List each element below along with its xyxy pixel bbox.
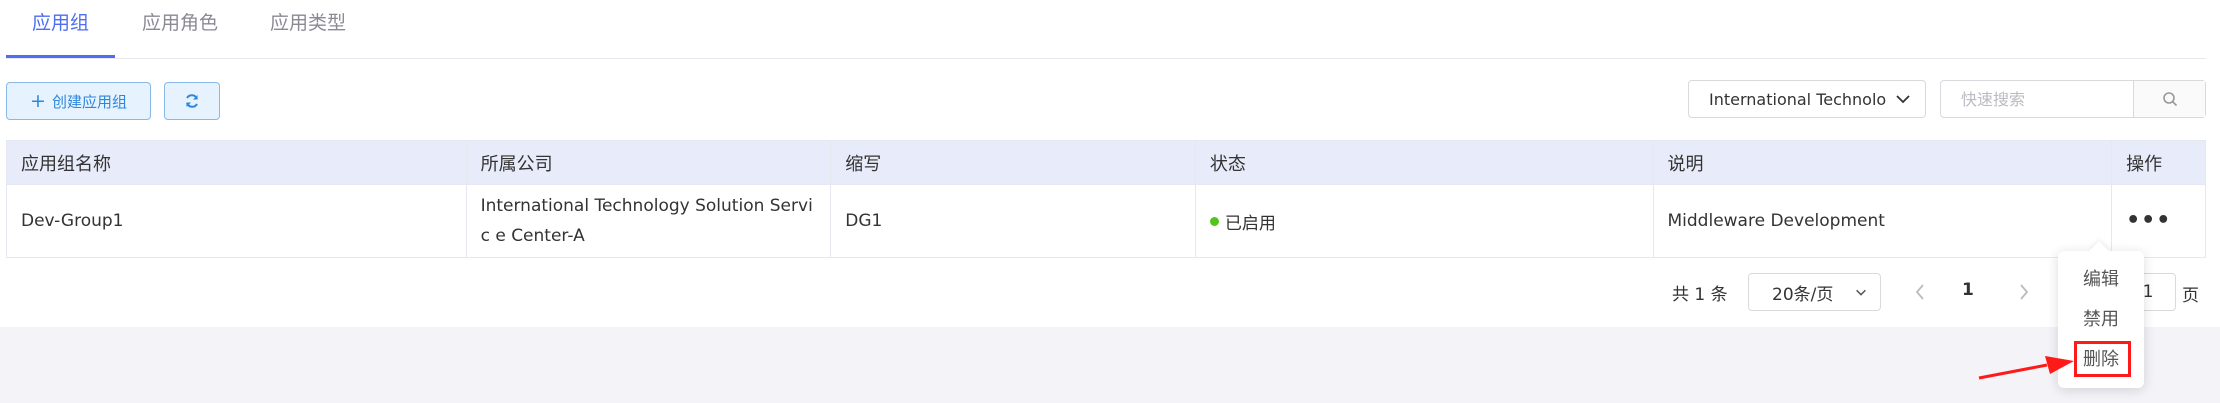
cell-actions: •••: [2112, 185, 2205, 257]
search-icon: [2162, 92, 2177, 107]
cell-company: International Technology Solution Servic…: [467, 185, 832, 257]
chevron-down-icon: [1856, 289, 1866, 296]
cell-name: Dev-Group1: [7, 185, 467, 257]
red-arrow-icon: [1978, 356, 2074, 380]
next-page-icon[interactable]: [2014, 280, 2034, 304]
cell-status: 已启用: [1196, 185, 1654, 257]
header-company: 所属公司: [467, 141, 832, 184]
create-button-label: 创建应用组: [51, 92, 127, 111]
table-row: Dev-Group1 International Technology Solu…: [7, 185, 2205, 257]
cell-abbr: DG1: [831, 185, 1196, 257]
cell-description: Middleware Development: [1654, 185, 2113, 257]
header-abbr: 缩写: [831, 141, 1196, 184]
status-label: 已启用: [1224, 213, 1276, 234]
header-actions: 操作: [2126, 153, 2163, 175]
tab-bar: 应用组 应用角色 应用类型: [6, 0, 2206, 59]
more-actions-icon[interactable]: •••: [2126, 210, 2171, 232]
search-input[interactable]: [1941, 81, 2133, 117]
create-app-group-button[interactable]: + 创建应用组: [6, 82, 151, 120]
status-dot-icon: [1209, 216, 1219, 226]
menu-item-edit[interactable]: 编辑: [2058, 265, 2144, 291]
page-size-value: 20条/页: [1772, 284, 1834, 305]
refresh-icon: [186, 94, 198, 108]
chevron-down-icon: [1896, 95, 1910, 104]
company-select-value: International Technolo: [1709, 89, 1887, 109]
header-name: 应用组名称: [7, 141, 467, 184]
plus-icon: +: [30, 89, 46, 112]
tab-application-type[interactable]: 应用类型: [270, 8, 346, 35]
header-description: 说明: [1654, 141, 2113, 184]
page-size-select[interactable]: 20条/页: [1748, 273, 1881, 311]
tab-application-role[interactable]: 应用角色: [142, 8, 218, 35]
search-box: [1940, 80, 2206, 118]
refresh-button[interactable]: [164, 82, 220, 120]
menu-item-disable[interactable]: 禁用: [2058, 305, 2144, 331]
main-panel: 应用组 应用角色 应用类型 + 创建应用组 International Tech…: [0, 0, 2220, 327]
page-number-current[interactable]: 1: [1962, 280, 1974, 300]
delete-highlight-box: [2074, 341, 2131, 377]
active-tab-indicator: [6, 55, 115, 58]
prev-page-icon[interactable]: [1910, 280, 1930, 304]
app-group-table: 应用组名称 所属公司 缩写 状态 说明 操作 Dev-Group1 Intern…: [6, 140, 2206, 258]
tab-application-group[interactable]: 应用组: [32, 8, 89, 35]
table-header: 应用组名称 所属公司 缩写 状态 说明 操作: [7, 141, 2205, 185]
total-count: 共 1 条: [1672, 285, 1728, 305]
company-select[interactable]: International Technolo: [1688, 80, 1926, 118]
page-unit-label: 页: [2182, 286, 2199, 306]
search-button[interactable]: [2133, 81, 2205, 117]
header-status: 状态: [1196, 141, 1654, 184]
